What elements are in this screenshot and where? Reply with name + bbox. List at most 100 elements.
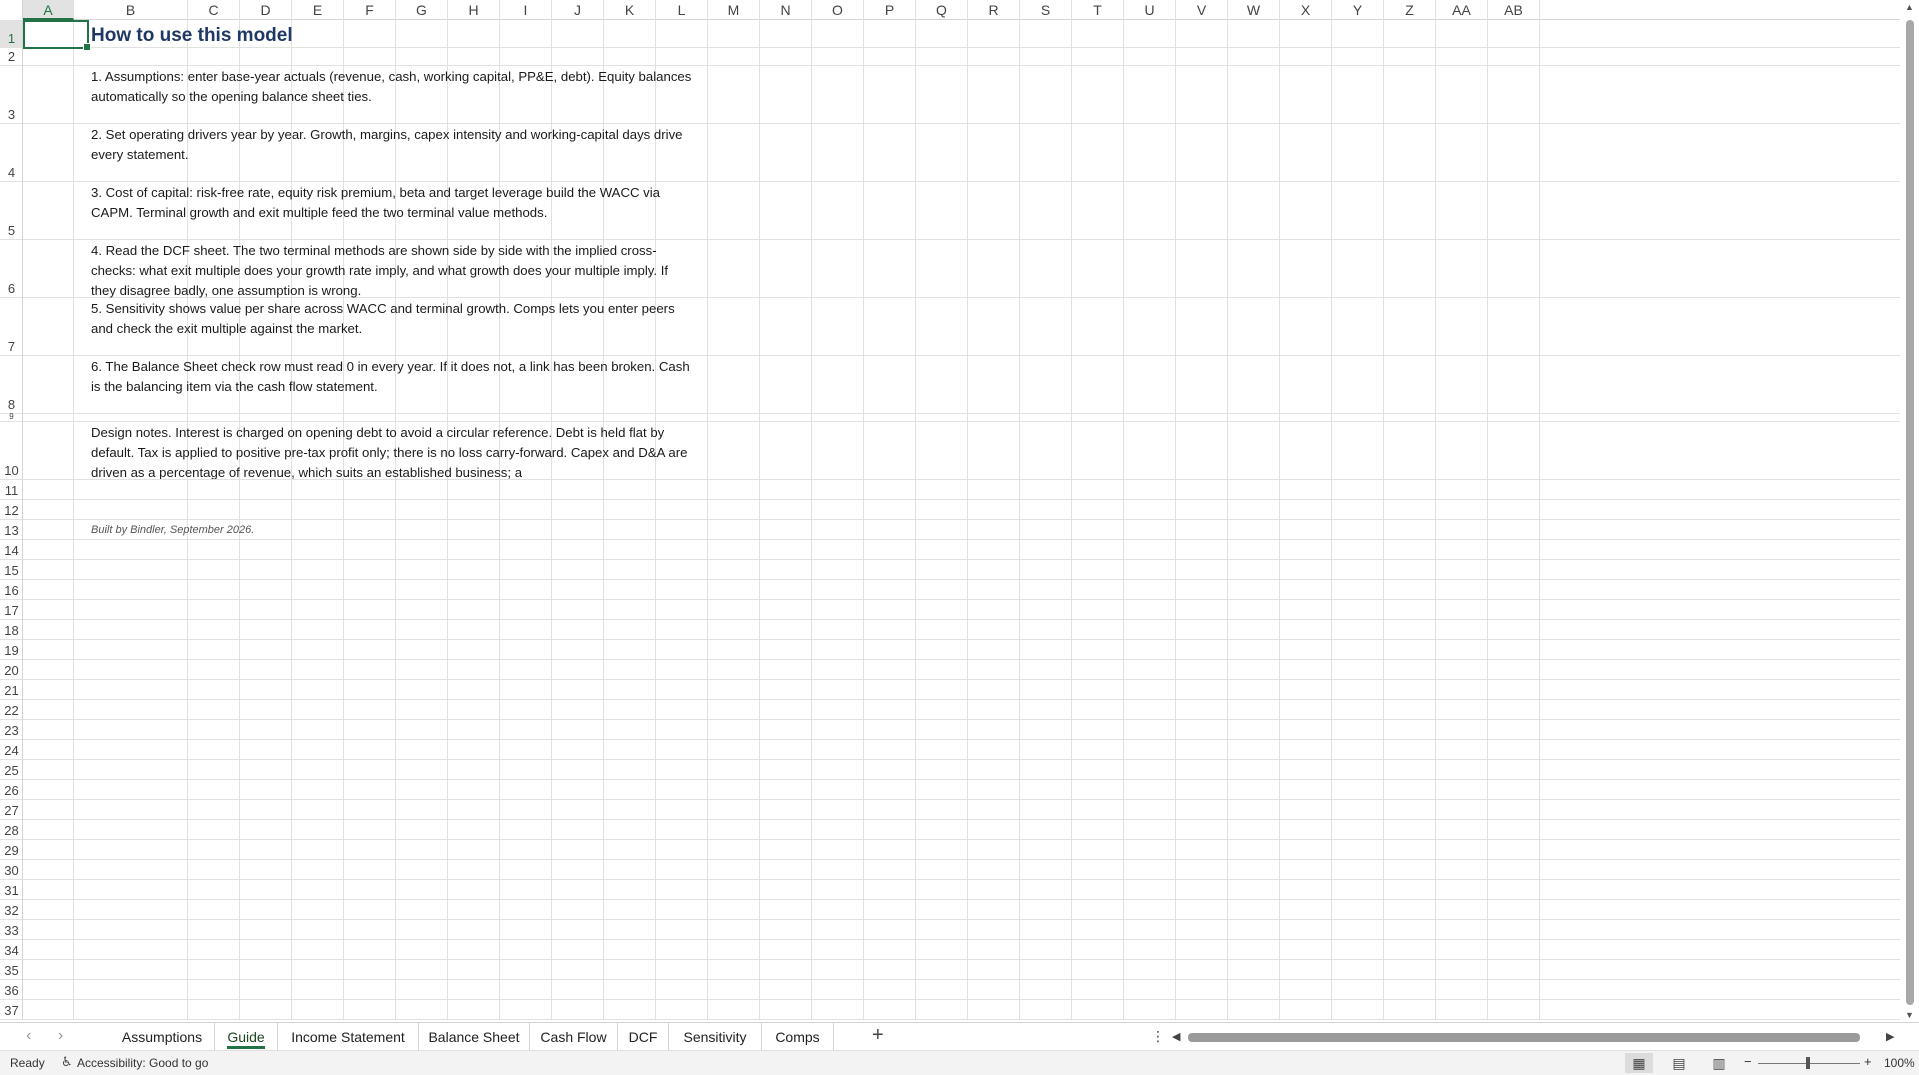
row-header-28[interactable]: 28 [0, 820, 23, 840]
row-header-33[interactable]: 33 [0, 920, 23, 940]
column-header-n[interactable]: N [760, 0, 812, 20]
row-header-1[interactable]: 1 [0, 20, 23, 48]
column-header-l[interactable]: L [656, 0, 708, 20]
horizontal-scroll-thumb[interactable] [1188, 1033, 1860, 1042]
row-header-7[interactable]: 7 [0, 298, 23, 356]
column-header-j[interactable]: J [552, 0, 604, 20]
row-header-15[interactable]: 15 [0, 560, 23, 580]
scroll-down-arrow-icon[interactable]: ▼ [1905, 1010, 1914, 1020]
chevron-left-icon[interactable]: ‹ [26, 1027, 31, 1045]
vertical-scrollbar[interactable]: ▲ ▼ [1900, 0, 1919, 1022]
row-header-36[interactable]: 36 [0, 980, 23, 1000]
row-header-20[interactable]: 20 [0, 660, 23, 680]
row-header-4[interactable]: 4 [0, 124, 23, 182]
column-header-e[interactable]: E [292, 0, 344, 20]
column-header-v[interactable]: V [1176, 0, 1228, 20]
vertical-dots-icon[interactable]: ⋮ [1151, 1028, 1165, 1045]
row-header-bar: 1 2 3 4 5 6 7 8 9 10 11 12 13 14 15 16 17 18 19 20 21 22 23 24 2… [0, 20, 23, 1020]
row-header-13[interactable]: 13 [0, 520, 23, 540]
zoom-slider-thumb[interactable] [1806, 1057, 1810, 1069]
column-header-b[interactable]: B [74, 0, 188, 20]
sheet-tab-assumptions[interactable]: Assumptions [110, 1023, 215, 1051]
sheet-tab-dcf[interactable]: DCF [618, 1023, 669, 1051]
row-header-9[interactable]: 9 [0, 412, 23, 422]
column-header-s[interactable]: S [1020, 0, 1072, 20]
row-header-24[interactable]: 24 [0, 740, 23, 760]
row-header-25[interactable]: 25 [0, 760, 23, 780]
page-layout-icon[interactable]: ▤ [1665, 1053, 1693, 1073]
column-header-a[interactable]: A [23, 0, 74, 20]
row-header-3[interactable]: 3 [0, 66, 23, 124]
row-number: 36 [4, 983, 19, 998]
sheet-tab-sensitivity[interactable]: Sensitivity [669, 1023, 762, 1051]
column-header-x[interactable]: X [1280, 0, 1332, 20]
column-header-d[interactable]: D [240, 0, 292, 20]
scroll-right-arrow-icon[interactable]: ▶ [1886, 1030, 1894, 1043]
row-header-26[interactable]: 26 [0, 780, 23, 800]
column-header-c[interactable]: C [188, 0, 240, 20]
row-header-10[interactable]: 10 [0, 422, 23, 480]
zoom-in-icon[interactable]: + [1864, 1054, 1872, 1069]
row-number: 32 [4, 903, 19, 918]
row-header-19[interactable]: 19 [0, 640, 23, 660]
accessibility-person-icon[interactable]: ♿ [61, 1054, 73, 1070]
column-header-m[interactable]: M [708, 0, 760, 20]
row-header-23[interactable]: 23 [0, 720, 23, 740]
row-header-11[interactable]: 11 [0, 480, 23, 500]
zoom-out-icon[interactable]: − [1744, 1054, 1752, 1069]
row-header-16[interactable]: 16 [0, 580, 23, 600]
row-header-2[interactable]: 2 [0, 48, 23, 66]
row-header-35[interactable]: 35 [0, 960, 23, 980]
row-header-30[interactable]: 30 [0, 860, 23, 880]
column-header-k[interactable]: K [604, 0, 656, 20]
sheet-tab-cash-flow[interactable]: Cash Flow [530, 1023, 618, 1051]
column-header-i[interactable]: I [500, 0, 552, 20]
column-header-h[interactable]: H [448, 0, 500, 20]
column-header-o[interactable]: O [812, 0, 864, 20]
sheet-tab-income-statement[interactable]: Income Statement [278, 1023, 419, 1051]
row-header-37[interactable]: 37 [0, 1000, 23, 1020]
row-header-6[interactable]: 6 [0, 240, 23, 298]
column-header-y[interactable]: Y [1332, 0, 1384, 20]
row-header-12[interactable]: 12 [0, 500, 23, 520]
column-header-w[interactable]: W [1228, 0, 1280, 20]
row-header-17[interactable]: 17 [0, 600, 23, 620]
row-header-32[interactable]: 32 [0, 900, 23, 920]
column-header-u[interactable]: U [1124, 0, 1176, 20]
row-header-22[interactable]: 22 [0, 700, 23, 720]
column-header-f[interactable]: F [344, 0, 396, 20]
column-header-ab[interactable]: AB [1488, 0, 1540, 20]
column-header-q[interactable]: Q [916, 0, 968, 20]
column-header-z[interactable]: Z [1384, 0, 1436, 20]
chevron-right-icon[interactable]: › [58, 1027, 63, 1045]
column-header-g[interactable]: G [396, 0, 448, 20]
selected-cell-a1[interactable] [23, 20, 91, 51]
scroll-left-arrow-icon[interactable]: ◀ [1172, 1030, 1180, 1043]
grid-view-icon[interactable]: ▦ [1625, 1053, 1653, 1073]
plus-icon[interactable]: + [872, 1024, 884, 1047]
row-header-31[interactable]: 31 [0, 880, 23, 900]
row-header-34[interactable]: 34 [0, 940, 23, 960]
sheet-tab-guide[interactable]: Guide [215, 1023, 278, 1051]
row-header-8[interactable]: 8 [0, 356, 23, 414]
row-header-27[interactable]: 27 [0, 800, 23, 820]
row-header-18[interactable]: 18 [0, 620, 23, 640]
scroll-up-arrow-icon[interactable]: ▲ [1905, 2, 1914, 12]
zoom-level[interactable]: 100% [1884, 1056, 1915, 1070]
worksheet-grid[interactable]: How to use this model 1. Assumptions: en… [23, 20, 1900, 1020]
vertical-scroll-thumb[interactable] [1906, 20, 1914, 1005]
sheet-tab-comps[interactable]: Comps [762, 1023, 834, 1051]
accessibility-status[interactable]: Accessibility: Good to go [77, 1056, 208, 1070]
column-header-aa[interactable]: AA [1436, 0, 1488, 20]
sheet-tab-balance-sheet[interactable]: Balance Sheet [419, 1023, 530, 1051]
column-header-r[interactable]: R [968, 0, 1020, 20]
column-header-p[interactable]: P [864, 0, 916, 20]
row-header-21[interactable]: 21 [0, 680, 23, 700]
row-header-14[interactable]: 14 [0, 540, 23, 560]
row-number: 18 [4, 623, 19, 638]
select-all-corner[interactable] [0, 0, 23, 20]
page-break-icon[interactable]: ▥ [1705, 1053, 1733, 1073]
column-header-t[interactable]: T [1072, 0, 1124, 20]
row-header-5[interactable]: 5 [0, 182, 23, 240]
row-header-29[interactable]: 29 [0, 840, 23, 860]
